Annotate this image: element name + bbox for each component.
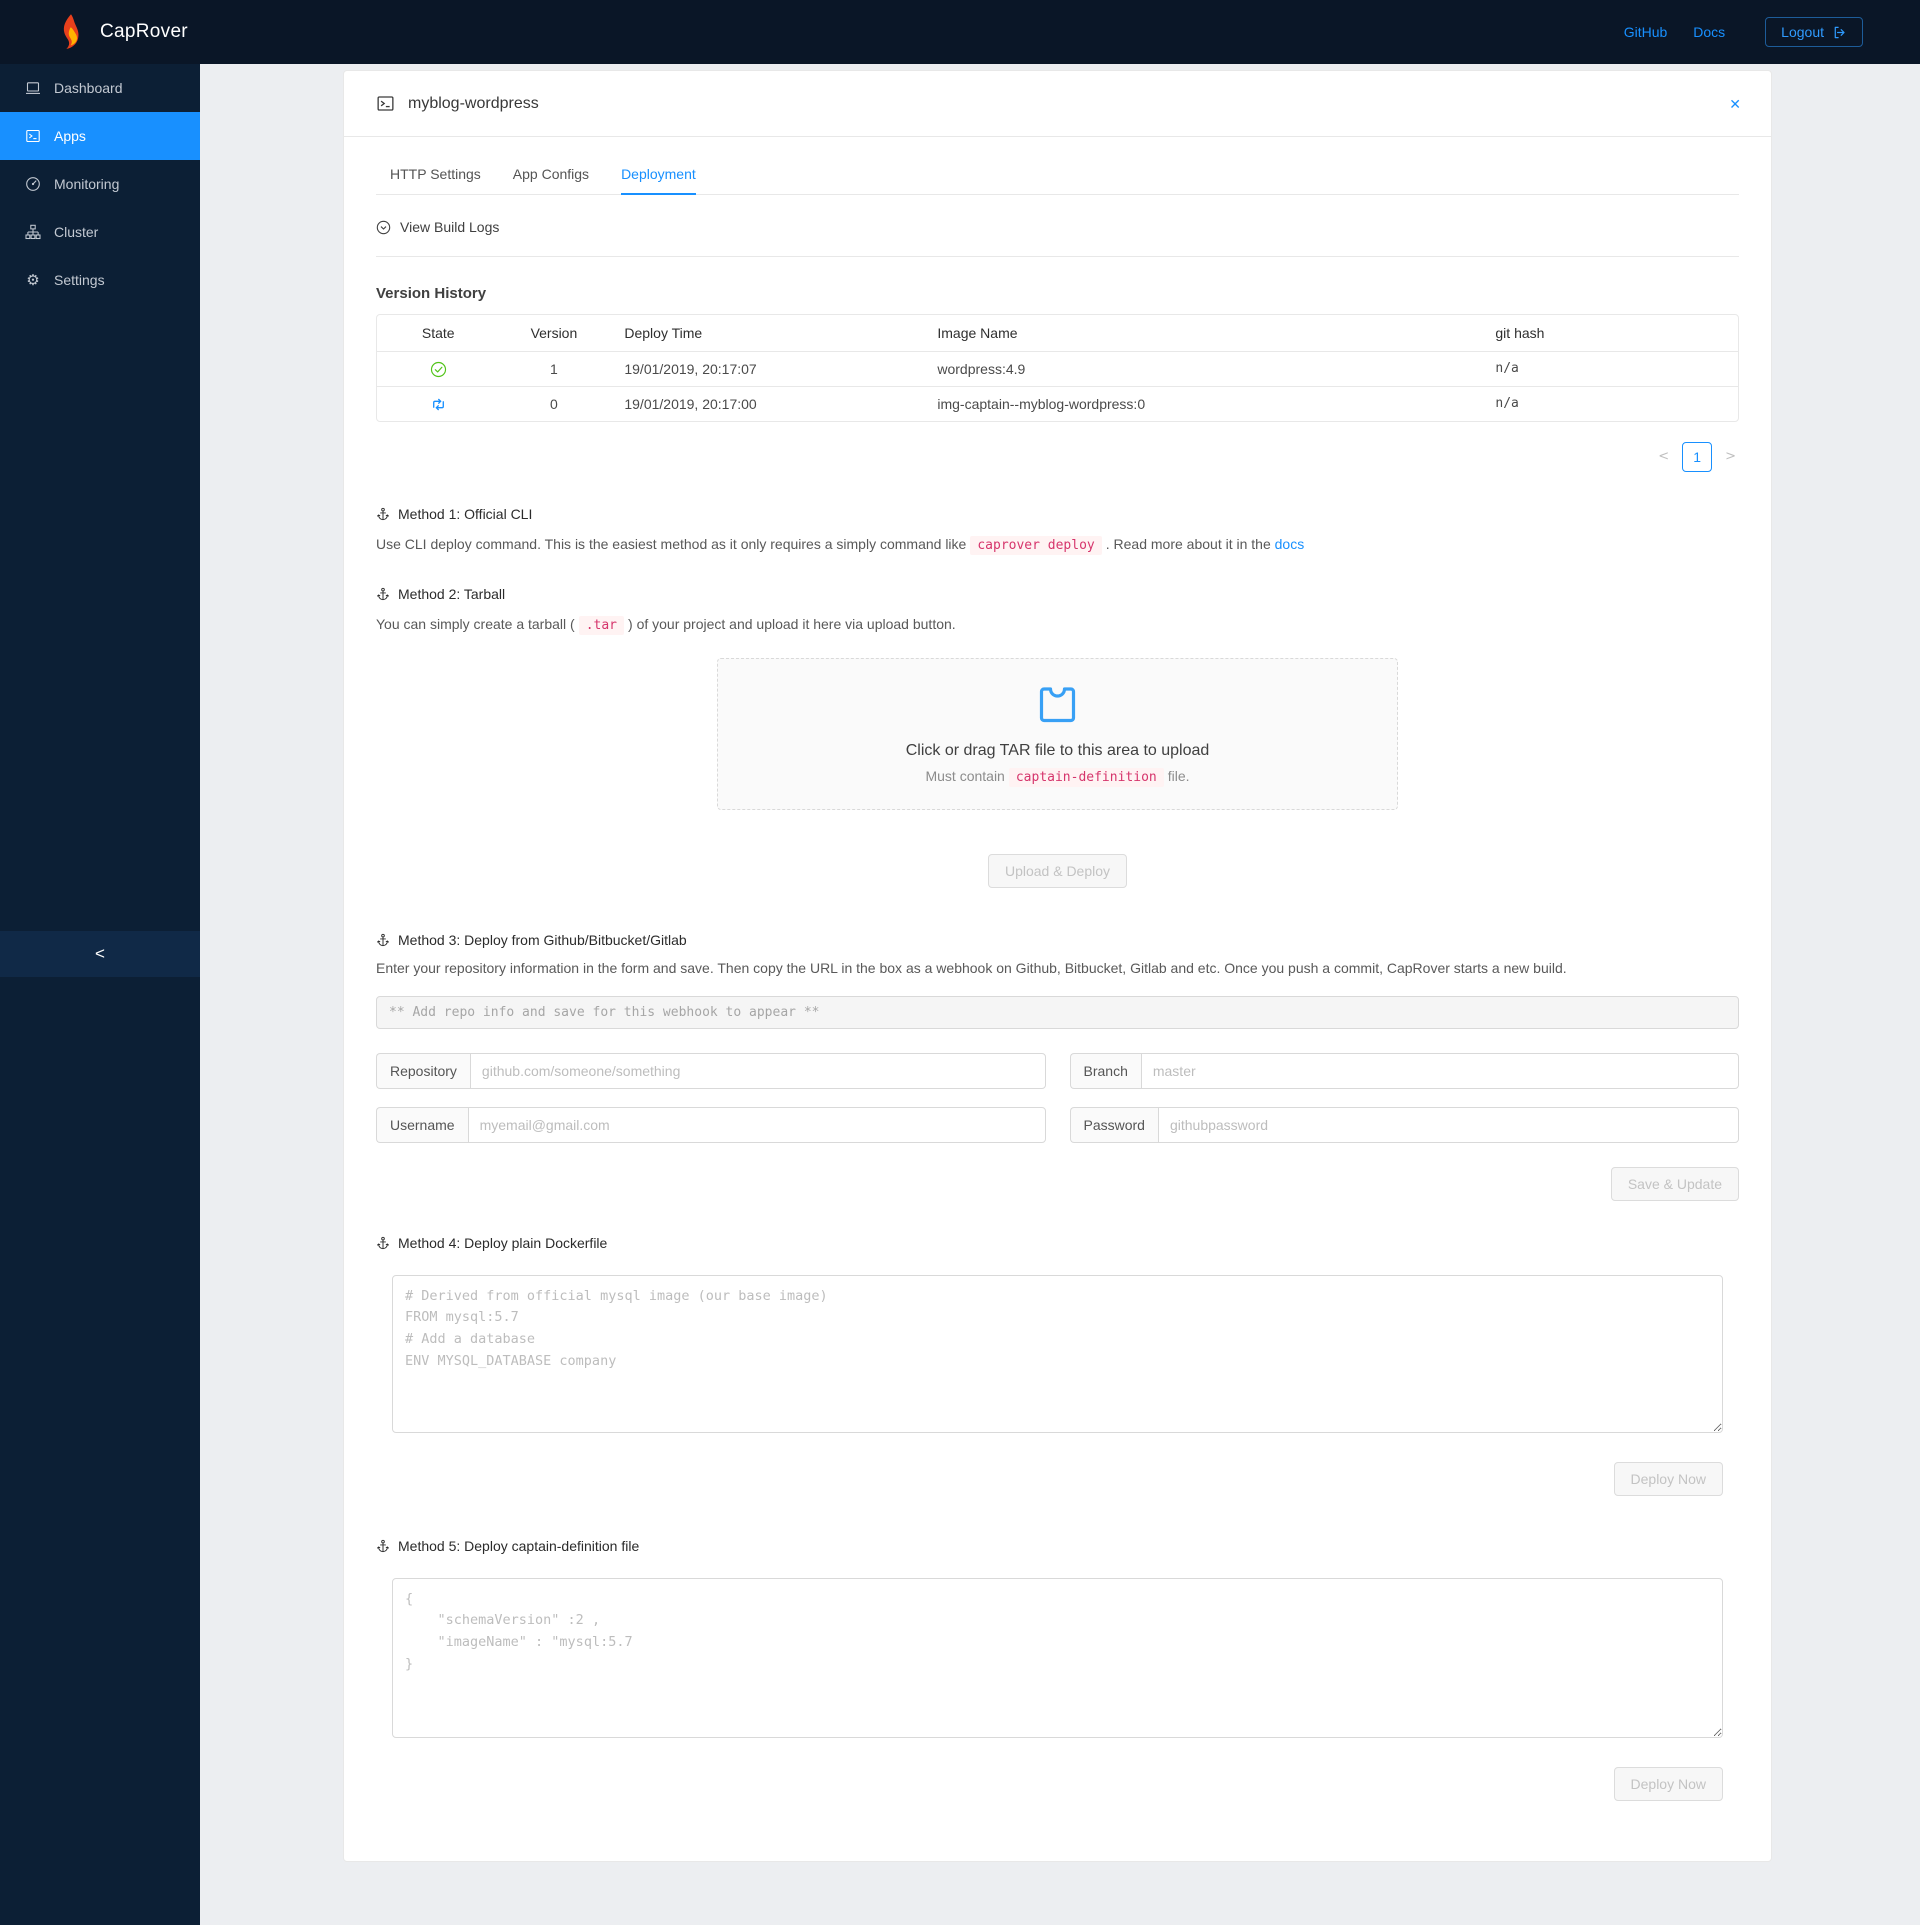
sidebar: Dashboard Apps Monitoring Cluster ⚙ Sett…: [0, 64, 200, 1925]
dropzone-hint: Must contain captain-definition file.: [925, 768, 1190, 788]
branch-field-group: Branch: [1069, 1052, 1739, 1089]
sidebar-item-apps[interactable]: Apps: [0, 112, 200, 160]
divider: [376, 256, 1739, 257]
tab-http-settings[interactable]: HTTP Settings: [390, 153, 481, 194]
username-field[interactable]: [467, 1106, 1046, 1143]
pagination-prev-icon[interactable]: <: [1655, 449, 1672, 464]
method3-description: Enter your repository information in the…: [376, 959, 1567, 976]
anchor-icon: [376, 507, 390, 521]
password-label: Password: [1069, 1106, 1158, 1143]
caprover-logo-icon: [56, 13, 86, 51]
method1-heading: Method 1: Official CLI: [376, 506, 1739, 522]
captain-definition-textarea[interactable]: [392, 1577, 1723, 1738]
version-history-table: State Version Deploy Time Image Name git…: [376, 314, 1739, 422]
anchor-icon: [376, 587, 390, 601]
gear-icon: ⚙: [26, 271, 40, 289]
method2-heading: Method 2: Tarball: [376, 586, 1739, 602]
dockerfile-textarea[interactable]: [392, 1274, 1723, 1433]
anchor-icon: [376, 1236, 390, 1250]
anchor-icon: [376, 933, 390, 947]
tabs-bar: HTTP Settings App Configs Deployment: [376, 153, 1739, 195]
pagination-next-icon[interactable]: >: [1722, 449, 1739, 464]
col-git-hash: git hash: [1479, 315, 1738, 352]
method1-description: Use CLI deploy command. This is the easi…: [376, 535, 1305, 555]
sidebar-item-settings[interactable]: ⚙ Settings: [0, 256, 200, 304]
pagination-page-1[interactable]: 1: [1682, 441, 1713, 472]
deploy-now-button-dockerfile[interactable]: Deploy Now: [1613, 1461, 1723, 1496]
password-field-group: Password: [1069, 1106, 1739, 1143]
col-version: Version: [499, 315, 609, 352]
code-icon: [25, 128, 41, 144]
sidebar-collapse-trigger[interactable]: <: [0, 931, 200, 977]
laptop-icon: [25, 80, 41, 96]
method2-description: You can simply create a tarball (.tar) o…: [376, 615, 956, 635]
username-field-group: Username: [376, 1106, 1046, 1143]
version-history-title: Version History: [376, 285, 487, 302]
inline-code: caprover deploy: [970, 535, 1102, 555]
table-row: 0 19/01/2019, 20:17:00 img-captain--mybl…: [377, 387, 1738, 421]
method3-heading: Method 3: Deploy from Github/Bitbucket/G…: [376, 932, 1739, 948]
app-title: myblog-wordpress: [408, 94, 539, 112]
inbox-icon: [1033, 682, 1082, 728]
sidebar-item-cluster[interactable]: Cluster: [0, 208, 200, 256]
anchor-icon: [376, 1539, 390, 1553]
inline-code: captain-definition: [1008, 768, 1164, 788]
sidebar-item-dashboard[interactable]: Dashboard: [0, 64, 200, 112]
repository-field[interactable]: [469, 1052, 1046, 1089]
brand: CapRover: [56, 13, 188, 51]
rollback-icon[interactable]: [430, 396, 447, 413]
gauge-icon: [25, 176, 41, 192]
tab-app-configs[interactable]: App Configs: [513, 153, 589, 194]
save-update-button[interactable]: Save & Update: [1610, 1166, 1739, 1201]
tar-upload-dropzone[interactable]: Click or drag TAR file to this area to u…: [717, 657, 1398, 810]
terminal-icon: [376, 94, 395, 113]
col-deploy-time: Deploy Time: [608, 315, 922, 352]
pagination: < 1 >: [376, 441, 1739, 472]
method4-heading: Method 4: Deploy plain Dockerfile: [376, 1235, 1739, 1251]
down-circle-icon: [376, 220, 391, 235]
cluster-icon: [25, 224, 41, 240]
table-row: 1 19/01/2019, 20:17:07 wordpress:4.9 n/a: [377, 352, 1738, 387]
brand-name: CapRover: [100, 21, 188, 42]
docs-inline-link[interactable]: docs: [1275, 536, 1305, 552]
app-card-header: myblog-wordpress ✕: [344, 71, 1771, 137]
dropzone-title: Click or drag TAR file to this area to u…: [905, 742, 1210, 760]
close-icon[interactable]: ✕: [1729, 97, 1741, 111]
main-content: myblog-wordpress ✕ HTTP Settings App Con…: [200, 64, 1920, 1925]
webhook-url-field[interactable]: [376, 995, 1739, 1029]
deploy-now-button-captain-definition[interactable]: Deploy Now: [1613, 1766, 1723, 1801]
col-state: State: [377, 315, 500, 352]
logout-button[interactable]: Logout: [1765, 17, 1863, 47]
col-image-name: Image Name: [921, 315, 1480, 352]
inline-code: .tar: [578, 615, 625, 635]
app-card: myblog-wordpress ✕ HTTP Settings App Con…: [343, 70, 1772, 1862]
docs-link[interactable]: Docs: [1693, 24, 1725, 40]
repository-field-group: Repository: [376, 1052, 1046, 1089]
branch-field[interactable]: [1140, 1052, 1739, 1089]
repository-label: Repository: [376, 1052, 470, 1089]
repo-form: Repository Branch Username Password: [376, 1052, 1739, 1143]
tab-deployment[interactable]: Deployment: [621, 153, 696, 195]
password-field[interactable]: [1157, 1106, 1739, 1143]
upload-deploy-button[interactable]: Upload & Deploy: [987, 853, 1128, 888]
github-link[interactable]: GitHub: [1624, 24, 1668, 40]
logout-icon: [1832, 25, 1847, 40]
method5-heading: Method 5: Deploy captain-definition file: [376, 1538, 1739, 1554]
check-circle-icon: [430, 361, 447, 378]
top-navbar: CapRover GitHub Docs Logout: [0, 0, 1920, 64]
sidebar-item-monitoring[interactable]: Monitoring: [0, 160, 200, 208]
branch-label: Branch: [1069, 1052, 1141, 1089]
chevron-left-icon: <: [95, 944, 105, 963]
username-label: Username: [376, 1106, 468, 1143]
view-build-logs-link[interactable]: View Build Logs: [376, 219, 499, 235]
